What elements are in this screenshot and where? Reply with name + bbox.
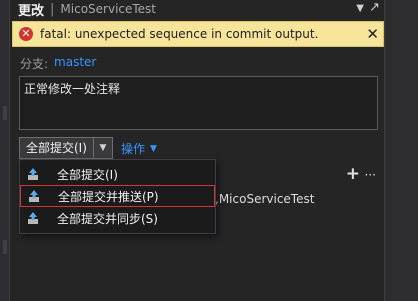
menu-item-label: 全部提交并推送(P) (58, 189, 159, 204)
panel-header: 更改 | MicoServiceTest ▼ ↗ (10, 0, 384, 19)
menu-item-commit-push[interactable]: 全部提交并推送(P) (20, 185, 215, 207)
header-separator: | (50, 1, 55, 17)
chevron-down-icon[interactable]: ▼ (150, 144, 157, 154)
branch-label: 分支: (20, 57, 49, 71)
commit-all-button[interactable]: 全部提交(I) (20, 138, 94, 158)
chevron-down-icon[interactable]: ▼ (94, 138, 112, 158)
actions-label[interactable]: 操作 (121, 140, 145, 157)
add-icon[interactable]: + (346, 166, 360, 183)
commit-dropdown-menu: 全部提交(I) 全部提交并推送(P) 全部提交并同步(S) (19, 159, 216, 234)
branch-link[interactable]: master (54, 55, 96, 72)
pin-icon[interactable]: ↗ (369, 0, 380, 15)
commit-all-split-button[interactable]: 全部提交(I) ▼ (19, 137, 113, 159)
error-message: fatal: unexpected sequence in commit out… (40, 27, 319, 41)
commit-message-input[interactable]: 正常修改一处注释 (19, 76, 378, 130)
menu-item-label: 全部提交并同步(S) (57, 211, 158, 226)
left-panel-strip (0, 0, 10, 301)
commit-push-icon (29, 190, 39, 202)
right-panel-strip (384, 0, 418, 301)
close-error-button[interactable]: ✕ (366, 25, 379, 43)
error-icon: ✕ (19, 27, 33, 41)
menu-item-commit-all[interactable]: 全部提交(I) (20, 163, 215, 185)
left-strip-marker (3, 240, 7, 254)
branch-row: 分支: master (20, 55, 96, 72)
bg-row-repo: MicoServiceTest (218, 192, 315, 206)
repo-name: MicoServiceTest (60, 2, 157, 16)
commit-sync-icon (28, 212, 38, 224)
left-strip-marker (3, 106, 7, 120)
actions-menu-link[interactable]: 操作 ▼ (121, 140, 157, 157)
header-dropdown-icon[interactable]: ▼ (356, 3, 364, 14)
menu-item-commit-sync[interactable]: 全部提交并同步(S) (20, 207, 215, 229)
background-repo-label: ,MicoServiceTest (215, 192, 314, 206)
menu-item-label: 全部提交(I) (57, 167, 118, 182)
commit-icon (28, 168, 38, 180)
more-options-icon[interactable]: ··· (365, 168, 376, 182)
error-info-bar: ✕ fatal: unexpected sequence in commit o… (12, 21, 384, 47)
panel-title: 更改 (18, 3, 45, 19)
